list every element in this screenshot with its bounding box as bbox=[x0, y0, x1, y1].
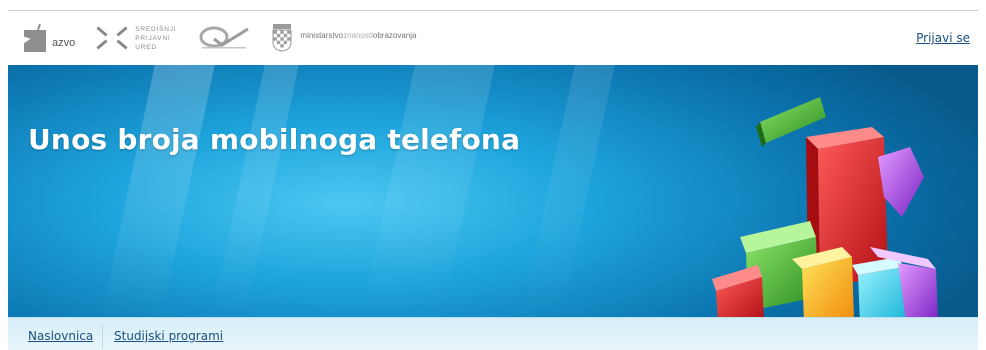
ncvvo-check-icon bbox=[196, 23, 252, 53]
partner-logos: azvo SREDIŠNJI PRIJAVNI URED ministarstv… bbox=[24, 17, 436, 59]
azvo-logo[interactable]: azvo bbox=[24, 23, 76, 52]
light-streak bbox=[211, 65, 299, 317]
ministry-logo-text: ministarstvoznanostiobrazovanja bbox=[300, 30, 417, 40]
site-header: azvo SREDIŠNJI PRIJAVNI URED ministarstv… bbox=[8, 11, 978, 65]
ncvvo-logo[interactable] bbox=[196, 23, 252, 53]
light-streak bbox=[521, 65, 615, 317]
nav-link-studijski-programi[interactable]: Studijski programi bbox=[114, 329, 223, 343]
page-frame: azvo SREDIŠNJI PRIJAVNI URED ministarstv… bbox=[8, 10, 978, 350]
colored-blocks-illustration bbox=[712, 97, 938, 317]
hero-banner: Unos broja mobilnoga telefona bbox=[8, 65, 978, 317]
page-title: Unos broja mobilnoga telefona bbox=[28, 123, 521, 156]
light-streak bbox=[101, 65, 215, 317]
spu-logo-text: SREDIŠNJI PRIJAVNI URED bbox=[135, 25, 177, 51]
login-link[interactable]: Prijavi se bbox=[916, 31, 970, 45]
azvo-logo-text: azvo bbox=[52, 37, 76, 49]
nav-link-naslovnica[interactable]: Naslovnica bbox=[28, 329, 93, 343]
spu-arrows-icon bbox=[95, 23, 129, 53]
light-streak bbox=[361, 65, 495, 317]
nav-divider bbox=[102, 324, 103, 348]
ministry-logo[interactable]: ministarstvoznanostiobrazovanja bbox=[272, 24, 416, 52]
breadcrumb-nav: Naslovnica Studijski programi bbox=[8, 317, 978, 350]
croatian-coat-of-arms-icon bbox=[272, 24, 292, 52]
azvo-icon bbox=[24, 23, 46, 52]
spu-logo[interactable]: SREDIŠNJI PRIJAVNI URED bbox=[95, 23, 176, 53]
